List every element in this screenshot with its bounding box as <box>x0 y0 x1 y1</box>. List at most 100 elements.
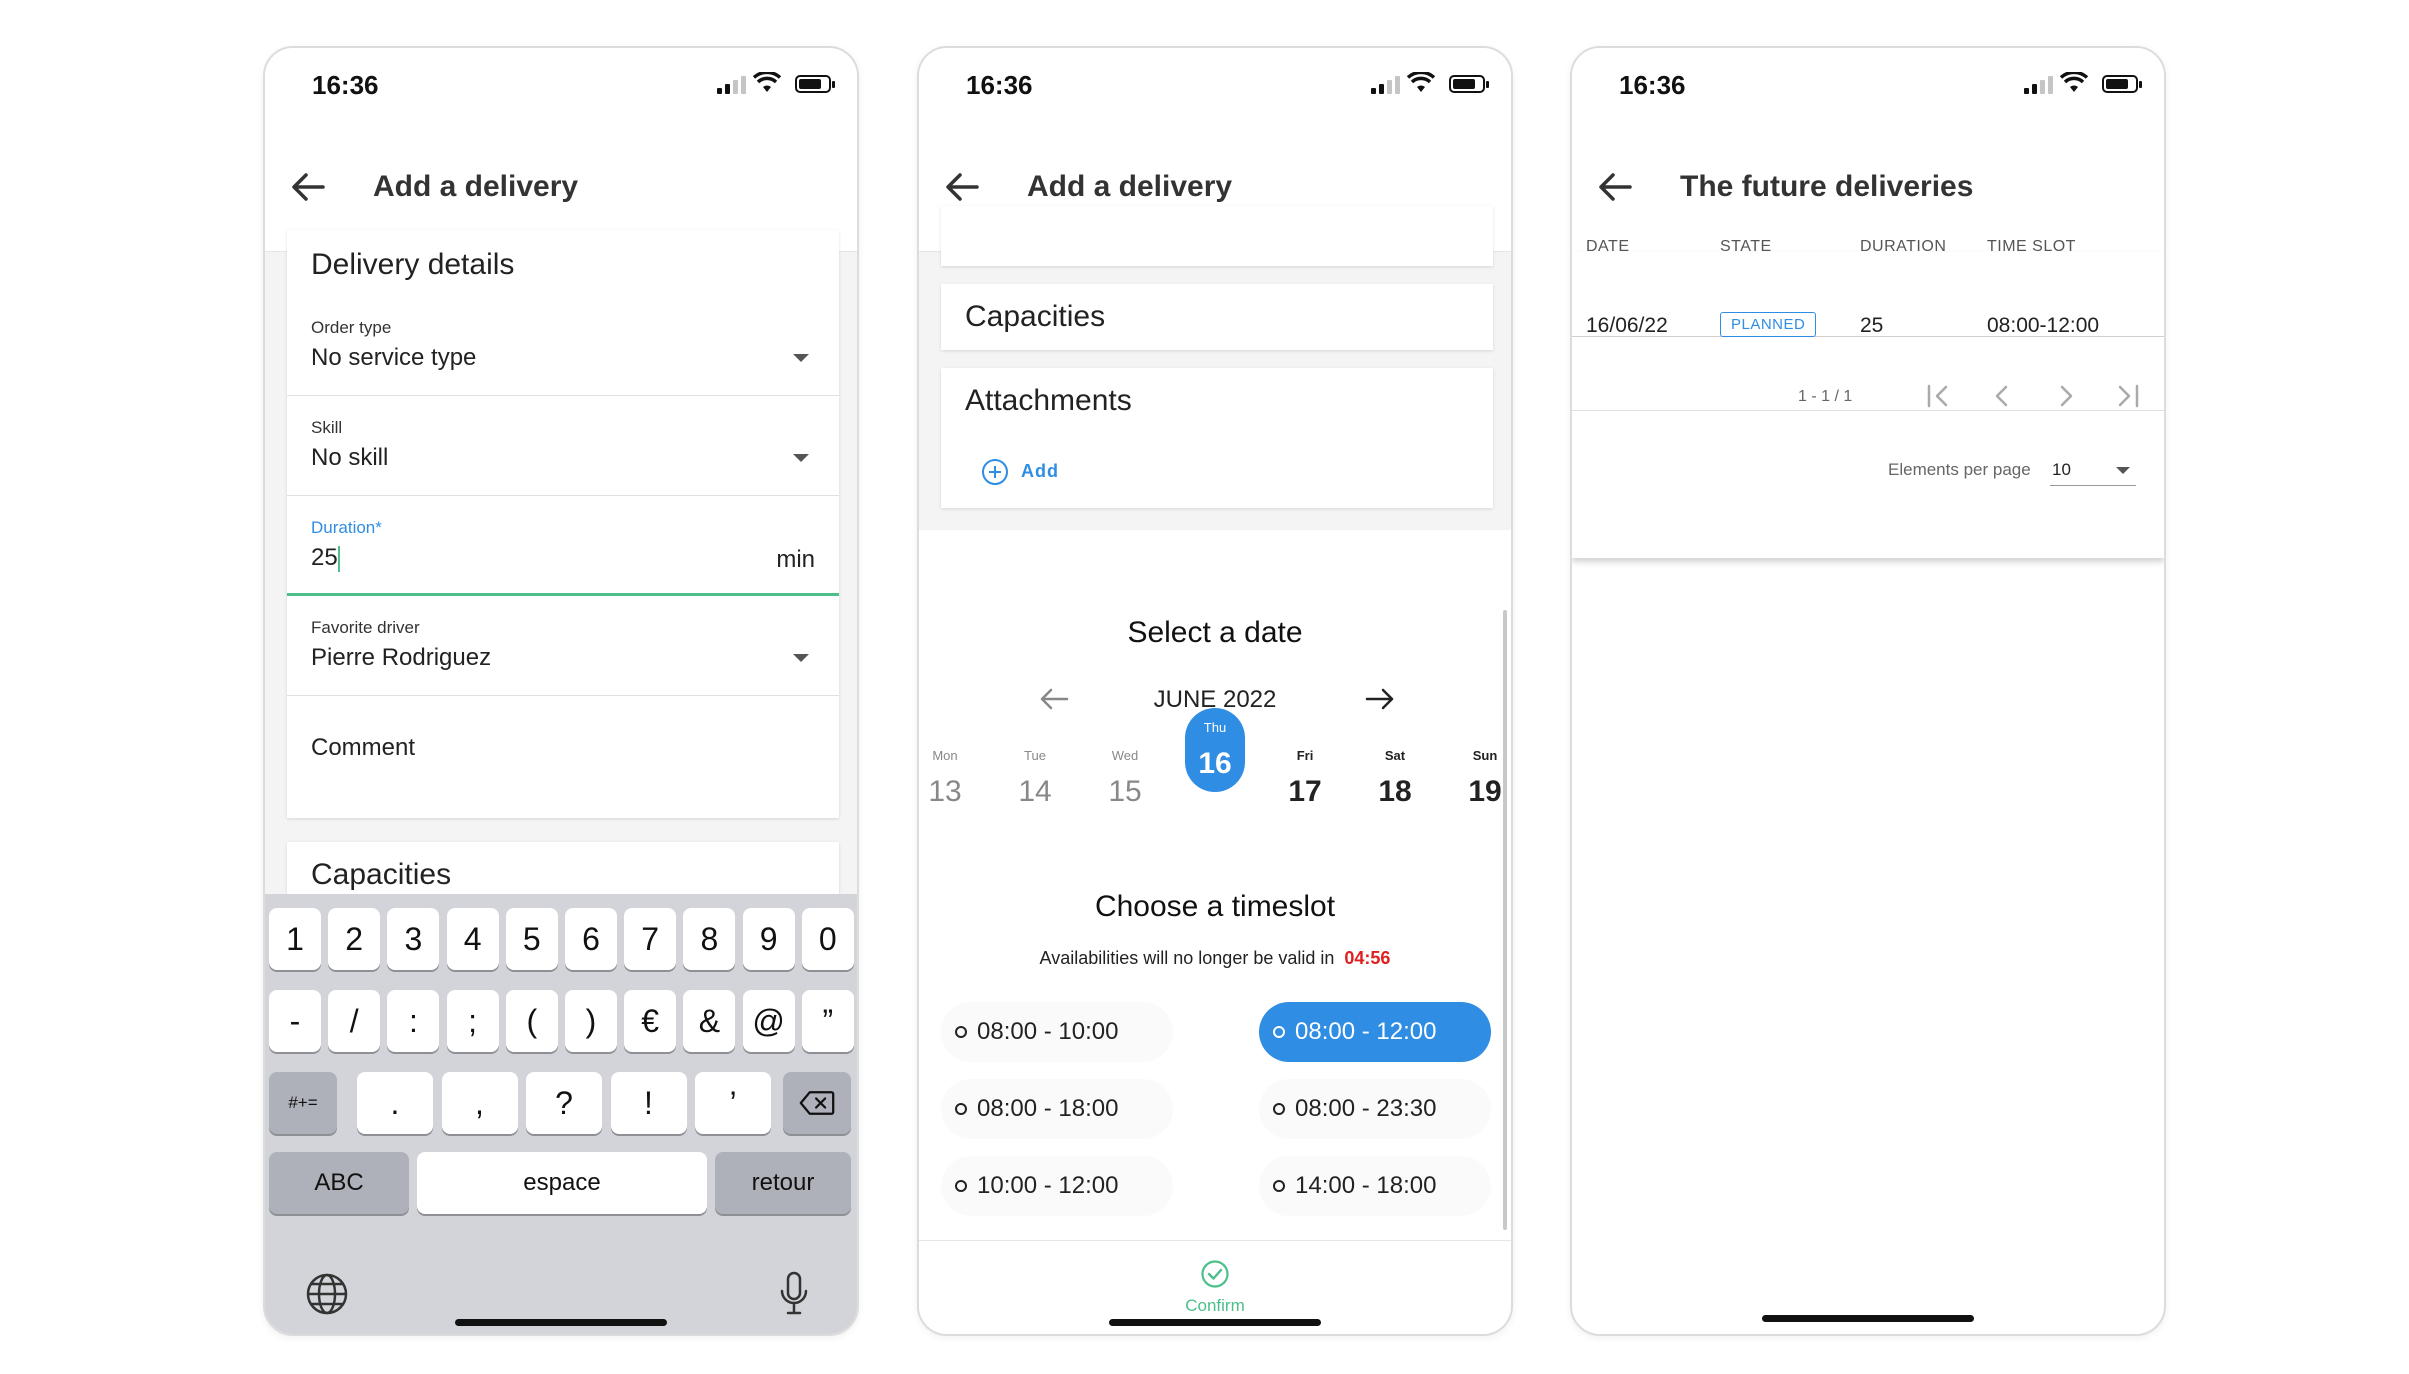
space-key[interactable]: espace <box>417 1152 707 1214</box>
key-digit[interactable]: 8 <box>683 908 736 970</box>
section-title: Delivery details <box>311 248 515 281</box>
status-time: 16:36 <box>966 70 1033 100</box>
day-tue[interactable]: Tue 14 <box>1005 748 1065 809</box>
radio-dot-icon <box>1273 1026 1285 1038</box>
duration-unit: min <box>776 546 815 573</box>
return-key[interactable]: retour <box>715 1152 851 1214</box>
key-digit[interactable]: 6 <box>565 908 617 970</box>
key-digit[interactable]: 4 <box>446 908 499 970</box>
next-page-icon[interactable] <box>2052 384 2078 408</box>
day-thu[interactable]: Thu 16 <box>1185 708 1245 792</box>
last-page-icon[interactable] <box>2114 384 2140 408</box>
app-bar: The future deliveries <box>1572 128 2164 252</box>
wifi-icon <box>1407 72 1435 92</box>
timeslot-option[interactable]: 08:00 - 18:00 <box>941 1079 1173 1139</box>
back-arrow-icon[interactable] <box>1598 172 1632 202</box>
day-sat[interactable]: Sat 18 <box>1365 748 1425 809</box>
key-symbol[interactable]: - <box>269 990 321 1052</box>
capacities-title: Capacities <box>965 300 1106 333</box>
column-header-date[interactable]: DATE <box>1586 238 1629 256</box>
comment-field[interactable]: Comment <box>287 696 839 818</box>
per-page-value: 10 <box>2052 460 2071 479</box>
key-punctuation[interactable]: ! <box>610 1072 687 1134</box>
key-digit[interactable]: 0 <box>801 908 854 970</box>
key-symbol[interactable]: / <box>328 990 381 1052</box>
column-header-state[interactable]: STATE <box>1720 238 1772 256</box>
skill-select[interactable]: Skill No skill <box>287 396 839 496</box>
add-label: Add <box>1021 461 1059 481</box>
home-indicator <box>1762 1315 1974 1322</box>
duration-value: 25 <box>311 544 340 572</box>
key-digit[interactable]: 1 <box>269 908 321 970</box>
day-wed[interactable]: Wed 15 <box>1095 748 1155 809</box>
page-title: The future deliveries <box>1680 170 1974 203</box>
radio-dot-icon <box>955 1103 967 1115</box>
day-fri[interactable]: Fri 17 <box>1275 748 1335 809</box>
order-type-label: Order type <box>311 318 392 337</box>
day-name: Mon <box>932 748 958 763</box>
globe-icon[interactable] <box>305 1272 349 1316</box>
signal-icon <box>717 76 747 94</box>
favorite-driver-label: Favorite driver <box>311 618 420 637</box>
day-number: 13 <box>928 775 962 808</box>
key-digit[interactable]: 2 <box>328 908 381 970</box>
day-name: Tue <box>1024 748 1046 763</box>
home-indicator <box>1109 1319 1321 1326</box>
key-punctuation[interactable]: ’ <box>695 1072 771 1134</box>
caret-down-icon <box>793 654 809 662</box>
backspace-key[interactable] <box>783 1072 851 1134</box>
page-title: Add a delivery <box>373 170 579 203</box>
key-punctuation[interactable]: . <box>357 1072 433 1134</box>
duration-input[interactable]: Duration* 25 min <box>287 496 839 596</box>
key-symbol[interactable]: € <box>624 990 677 1052</box>
microphone-icon[interactable] <box>779 1270 809 1316</box>
add-circle-icon <box>982 459 1008 485</box>
timeslot-option[interactable]: 08:00 - 23:30 <box>1259 1079 1491 1139</box>
key-symbol[interactable]: ; <box>446 990 499 1052</box>
confirm-button[interactable]: Confirm <box>919 1259 1511 1316</box>
day-mon[interactable]: Mon 13 <box>919 748 975 809</box>
caret-down-icon <box>793 454 809 462</box>
day-name: Fri <box>1296 748 1314 763</box>
back-arrow-icon[interactable] <box>291 172 325 202</box>
column-header-time-slot[interactable]: TIME SLOT <box>1987 238 2076 256</box>
cell-time-slot: 08:00-12:00 <box>1987 314 2100 337</box>
radio-dot-icon <box>1273 1103 1285 1115</box>
wifi-icon <box>753 72 781 92</box>
symbols-key[interactable]: #+= <box>269 1072 337 1134</box>
first-page-icon[interactable] <box>1926 384 1952 408</box>
order-type-select[interactable]: Order type No service type <box>287 296 839 396</box>
back-arrow-icon[interactable] <box>945 172 979 202</box>
status-bar: 16:36 <box>265 48 857 128</box>
favorite-driver-select[interactable]: Favorite driver Pierre Rodriguez <box>287 596 839 696</box>
previous-page-icon[interactable] <box>1990 384 2016 408</box>
phone-future-deliveries: 16:36 The future deliveries DATE STATE D… <box>1570 46 2166 1336</box>
battery-icon <box>2102 75 2142 93</box>
key-digit[interactable]: 3 <box>387 908 440 970</box>
key-digit[interactable]: 9 <box>742 908 795 970</box>
key-symbol[interactable]: ” <box>801 990 854 1052</box>
key-symbol[interactable]: & <box>683 990 736 1052</box>
timeslot-option[interactable]: 14:00 - 18:00 <box>1259 1156 1491 1216</box>
key-punctuation[interactable]: , <box>441 1072 518 1134</box>
column-header-duration[interactable]: DURATION <box>1860 238 1946 256</box>
key-symbol[interactable]: : <box>387 990 440 1052</box>
key-symbol[interactable]: ( <box>505 990 558 1052</box>
timeslot-label: 14:00 - 18:00 <box>1295 1172 1437 1199</box>
abc-key[interactable]: ABC <box>269 1152 409 1214</box>
per-page-select[interactable]: 10 <box>2050 454 2136 486</box>
timeslot-option[interactable]: 10:00 - 12:00 <box>941 1156 1173 1216</box>
wifi-icon <box>2060 72 2088 92</box>
timeslot-option[interactable]: 08:00 - 12:00 <box>1259 1002 1491 1062</box>
day-sun[interactable]: Sun 19 <box>1455 748 1511 809</box>
capacities-card[interactable]: Capacities <box>941 284 1493 350</box>
key-symbol[interactable]: ) <box>565 990 617 1052</box>
key-digit[interactable]: 5 <box>505 908 558 970</box>
key-punctuation[interactable]: ? <box>526 1072 602 1134</box>
next-month-arrow-icon[interactable] <box>1365 688 1395 710</box>
timeslot-label: 08:00 - 10:00 <box>977 1018 1119 1045</box>
key-symbol[interactable]: @ <box>742 990 795 1052</box>
key-digit[interactable]: 7 <box>624 908 677 970</box>
phone-add-delivery-form: 16:36 Add a delivery Delivery details Or… <box>263 46 859 1336</box>
timeslot-option[interactable]: 08:00 - 10:00 <box>941 1002 1173 1062</box>
